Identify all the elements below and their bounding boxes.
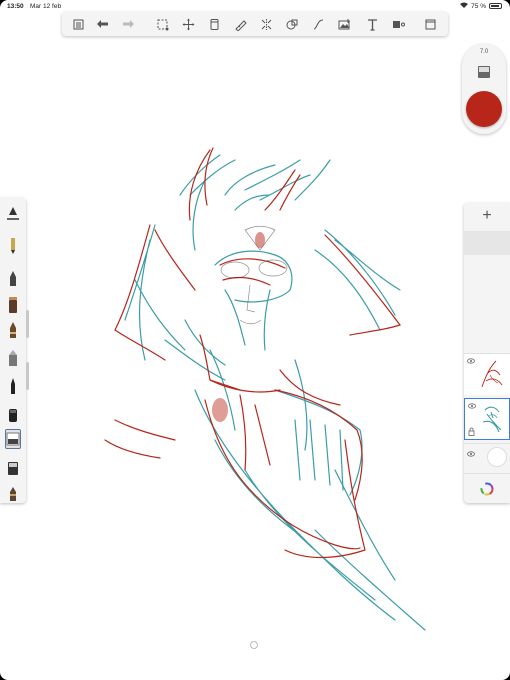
layer-item-teal[interactable]	[464, 398, 510, 440]
ruler-icon[interactable]	[232, 16, 248, 32]
fullscreen-icon[interactable]	[422, 16, 438, 32]
eye-icon[interactable]	[467, 451, 475, 457]
layer-stack-icon[interactable]	[206, 16, 222, 32]
layers-panel: +	[464, 203, 510, 503]
status-indicators: 75 %	[460, 2, 502, 10]
drawing-canvas[interactable]	[95, 140, 455, 660]
background-color-swatch[interactable]	[487, 447, 507, 467]
pencil-brush-icon[interactable]	[5, 236, 21, 256]
layer-thumbnail-teal	[482, 406, 502, 433]
ruler-brush-icon[interactable]	[5, 204, 21, 224]
battery-label: 75 %	[471, 2, 486, 10]
transform-icon[interactable]	[180, 16, 196, 32]
nib-pen-brush-icon[interactable]	[5, 376, 21, 396]
perspective-icon[interactable]	[390, 16, 406, 32]
undo-icon[interactable]	[94, 16, 110, 32]
symmetry-icon[interactable]	[258, 16, 274, 32]
eye-icon[interactable]	[468, 403, 476, 409]
curve-icon[interactable]	[310, 16, 326, 32]
wifi-icon	[460, 2, 469, 10]
mask-gem	[255, 232, 265, 248]
color-wheel-button[interactable]	[464, 473, 510, 503]
gallery-icon[interactable]	[70, 16, 86, 32]
text-icon[interactable]	[364, 16, 380, 32]
page-indicator-dot	[250, 641, 258, 649]
image-icon[interactable]	[336, 16, 352, 32]
airbrush-brush-icon[interactable]	[5, 429, 21, 449]
shape-icon[interactable]	[284, 16, 300, 32]
fountain-pen-brush-icon[interactable]	[5, 348, 21, 368]
eye-icon[interactable]	[467, 358, 475, 364]
battery-icon	[489, 3, 502, 9]
felt-pen-brush-icon[interactable]	[5, 483, 21, 503]
layer-item-red[interactable]	[464, 353, 510, 395]
collar-gem	[212, 398, 228, 422]
brush-size-icon[interactable]	[475, 63, 493, 81]
layers-empty-area	[464, 231, 510, 255]
status-date: Mar 12 feb	[30, 3, 62, 10]
status-time: 13:50	[7, 3, 24, 10]
brush-size-slider[interactable]	[26, 310, 29, 338]
brush-size-panel: 7.0	[462, 44, 506, 134]
add-layer-button[interactable]: +	[474, 206, 500, 226]
current-color-swatch[interactable]	[466, 91, 502, 127]
color-wheel-icon	[480, 482, 494, 495]
ink-detail	[220, 225, 288, 325]
screen: 13:50 Mar 12 feb 75 % 7.0 +	[0, 0, 510, 680]
selection-icon[interactable]	[154, 16, 170, 32]
eraser-block-brush-icon[interactable]	[5, 404, 21, 424]
paint-tube-brush-icon[interactable]	[5, 320, 21, 340]
top-toolbar	[62, 12, 448, 36]
lock-icon[interactable]	[468, 427, 475, 436]
smudge-block-brush-icon[interactable]	[5, 458, 21, 478]
brush-size-value: 7.0	[479, 49, 489, 55]
brush-panel	[0, 198, 26, 503]
redo-icon[interactable]	[120, 16, 136, 32]
ink-pen-brush-icon[interactable]	[5, 295, 21, 315]
background-layer[interactable]	[464, 443, 510, 469]
layer-thumbnail-red	[481, 360, 503, 388]
marker-brush-icon[interactable]	[5, 268, 21, 288]
teal-sketch	[124, 154, 426, 631]
opacity-slider[interactable]	[26, 362, 29, 390]
red-sketch	[104, 147, 401, 559]
